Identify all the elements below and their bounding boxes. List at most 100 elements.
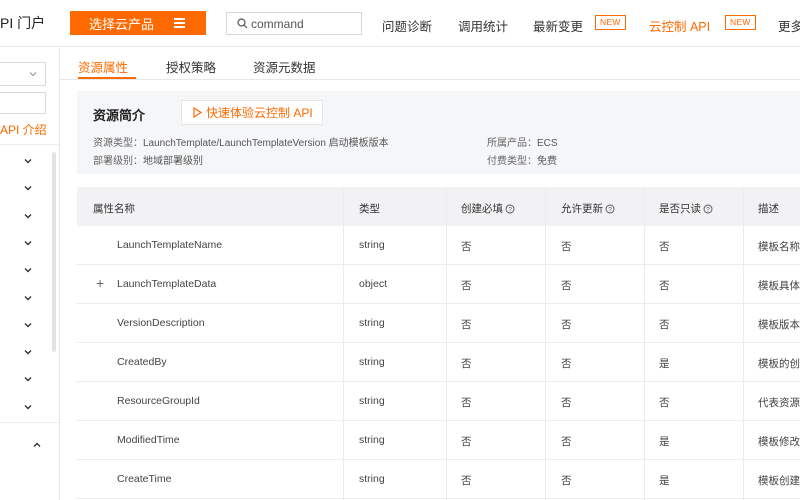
- menu-icon: [174, 18, 185, 28]
- resource-intro-card: 资源简介 快速体验云控制 API 资源类型：LaunchTemplate/Lau…: [77, 91, 800, 174]
- sidebar-item[interactable]: [0, 339, 58, 365]
- cell-type: string: [359, 395, 385, 407]
- header-name: 属性名称: [93, 203, 135, 215]
- cell-required: 否: [461, 319, 472, 331]
- sidebar-item[interactable]: [0, 366, 58, 392]
- cell-description: 模板版本: [758, 319, 800, 331]
- sidebar-item[interactable]: [0, 394, 58, 420]
- chevron-down-icon: [24, 295, 32, 300]
- table-row: + LaunchTemplateData object 否 否 否 模板具体: [77, 265, 800, 304]
- cell-required: 否: [461, 436, 472, 448]
- cell-updatable: 否: [561, 319, 572, 331]
- chevron-down-icon: [24, 404, 32, 410]
- column-divider: [644, 187, 645, 500]
- table-row: ResourceGroupId string 否 否 否 代表资源: [77, 382, 800, 421]
- resource-type: 资源类型：LaunchTemplate/LaunchTemplateVersio…: [93, 138, 389, 149]
- active-tab-indicator: [78, 77, 136, 79]
- header-description: 描述: [758, 203, 779, 215]
- sidebar-item-expanded[interactable]: [0, 432, 58, 458]
- divider: [0, 144, 59, 145]
- sidebar-item[interactable]: [0, 175, 58, 201]
- cell-property-name: VersionDescription: [117, 317, 205, 329]
- cell-readonly: 否: [659, 319, 670, 331]
- cell-property-name: LaunchTemplateName: [117, 239, 223, 251]
- select-product-button[interactable]: 选择云产品: [70, 11, 206, 35]
- cell-updatable: 否: [561, 436, 572, 448]
- help-icon[interactable]: ?: [505, 204, 515, 214]
- sidebar-item[interactable]: [0, 148, 58, 174]
- sidebar-search-input[interactable]: [0, 92, 46, 114]
- column-divider: [446, 187, 447, 500]
- cell-type: string: [359, 239, 385, 251]
- product-select[interactable]: [0, 62, 46, 86]
- table-row: LaunchTemplateName string 否 否 否 模板名称: [77, 226, 800, 265]
- cell-readonly: 是: [659, 475, 670, 487]
- cell-updatable: 否: [561, 358, 572, 370]
- chevron-down-icon: [24, 322, 32, 328]
- sidebar-item[interactable]: [0, 312, 58, 338]
- cell-property-name: CreatedBy: [117, 356, 167, 368]
- cell-description: 模板修改: [758, 436, 800, 448]
- chevron-down-icon: [24, 213, 32, 219]
- tab-resource-properties[interactable]: 资源属性: [78, 57, 128, 76]
- deploy-level: 部署级别：地域部署级别: [93, 156, 203, 167]
- search-value: command: [251, 16, 304, 31]
- cell-readonly: 是: [659, 436, 670, 448]
- new-badge: NEW: [725, 15, 756, 30]
- sidebar-item[interactable]: [0, 230, 58, 256]
- sidebar-item[interactable]: [0, 285, 58, 311]
- header-updatable: 允许更新?: [561, 201, 615, 216]
- tab-resource-metadata[interactable]: 资源元数据: [253, 57, 316, 76]
- chevron-down-icon: [24, 240, 32, 246]
- cell-updatable: 否: [561, 241, 572, 253]
- nav-changes[interactable]: 最新变更: [533, 16, 583, 35]
- expand-icon[interactable]: +: [96, 275, 104, 291]
- search-input[interactable]: command: [226, 12, 362, 35]
- try-cloud-control-api-button[interactable]: 快速体验云控制 API: [181, 100, 323, 125]
- nav-cloud-control-api[interactable]: 云控制 API: [649, 16, 710, 35]
- cell-description: 模板创建: [758, 475, 800, 487]
- help-icon[interactable]: ?: [605, 204, 615, 214]
- column-divider: [743, 187, 744, 500]
- intro-title: 资源简介: [93, 108, 146, 123]
- chevron-down-icon: [24, 186, 32, 191]
- table-row: CreatedBy string 否 否 是 模板的创: [77, 343, 800, 382]
- chevron-down-icon: [24, 377, 32, 382]
- table-row: ModifiedTime string 否 否 是 模板修改: [77, 421, 800, 460]
- chevron-down-icon: [29, 72, 37, 77]
- cell-description: 模板具体: [758, 280, 800, 292]
- cell-required: 否: [461, 358, 472, 370]
- search-icon: [237, 18, 248, 29]
- nav-diagnose[interactable]: 问题诊断: [382, 16, 432, 35]
- svg-text:?: ?: [508, 206, 512, 213]
- cell-required: 否: [461, 241, 472, 253]
- cell-type: string: [359, 434, 385, 446]
- sidebar-item[interactable]: [0, 203, 58, 229]
- table-row: CreateTime string 否 否 是 模板创建: [77, 460, 800, 499]
- sidebar: API 介绍: [0, 48, 60, 500]
- svg-text:?: ?: [608, 206, 612, 213]
- cell-required: 否: [461, 397, 472, 409]
- cell-property-name: ResourceGroupId: [117, 395, 200, 407]
- cell-required: 否: [461, 475, 472, 487]
- api-intro-link[interactable]: API 介绍: [0, 121, 47, 138]
- cell-property-name: CreateTime: [117, 473, 172, 485]
- cell-description: 模板名称: [758, 241, 800, 253]
- portal-title: PI 门户: [0, 15, 46, 31]
- tab-authorization[interactable]: 授权策略: [166, 57, 216, 76]
- table-row: VersionDescription string 否 否 否 模板版本: [77, 304, 800, 343]
- cell-required: 否: [461, 280, 472, 292]
- header-required: 创建必填?: [461, 201, 515, 216]
- sidebar-item[interactable]: [0, 257, 58, 283]
- product: 所属产品：ECS: [487, 138, 558, 149]
- svg-text:?: ?: [706, 206, 710, 213]
- try-button-label: 快速体验云控制 API: [206, 106, 313, 120]
- pay-type: 付费类型：免费: [487, 156, 557, 167]
- nav-more[interactable]: 更多: [778, 16, 800, 35]
- cell-readonly: 否: [659, 280, 670, 292]
- help-icon[interactable]: ?: [703, 204, 713, 214]
- chevron-down-icon: [24, 350, 32, 355]
- cell-updatable: 否: [561, 475, 572, 487]
- cell-type: string: [359, 317, 385, 329]
- nav-stats[interactable]: 调用统计: [458, 16, 508, 35]
